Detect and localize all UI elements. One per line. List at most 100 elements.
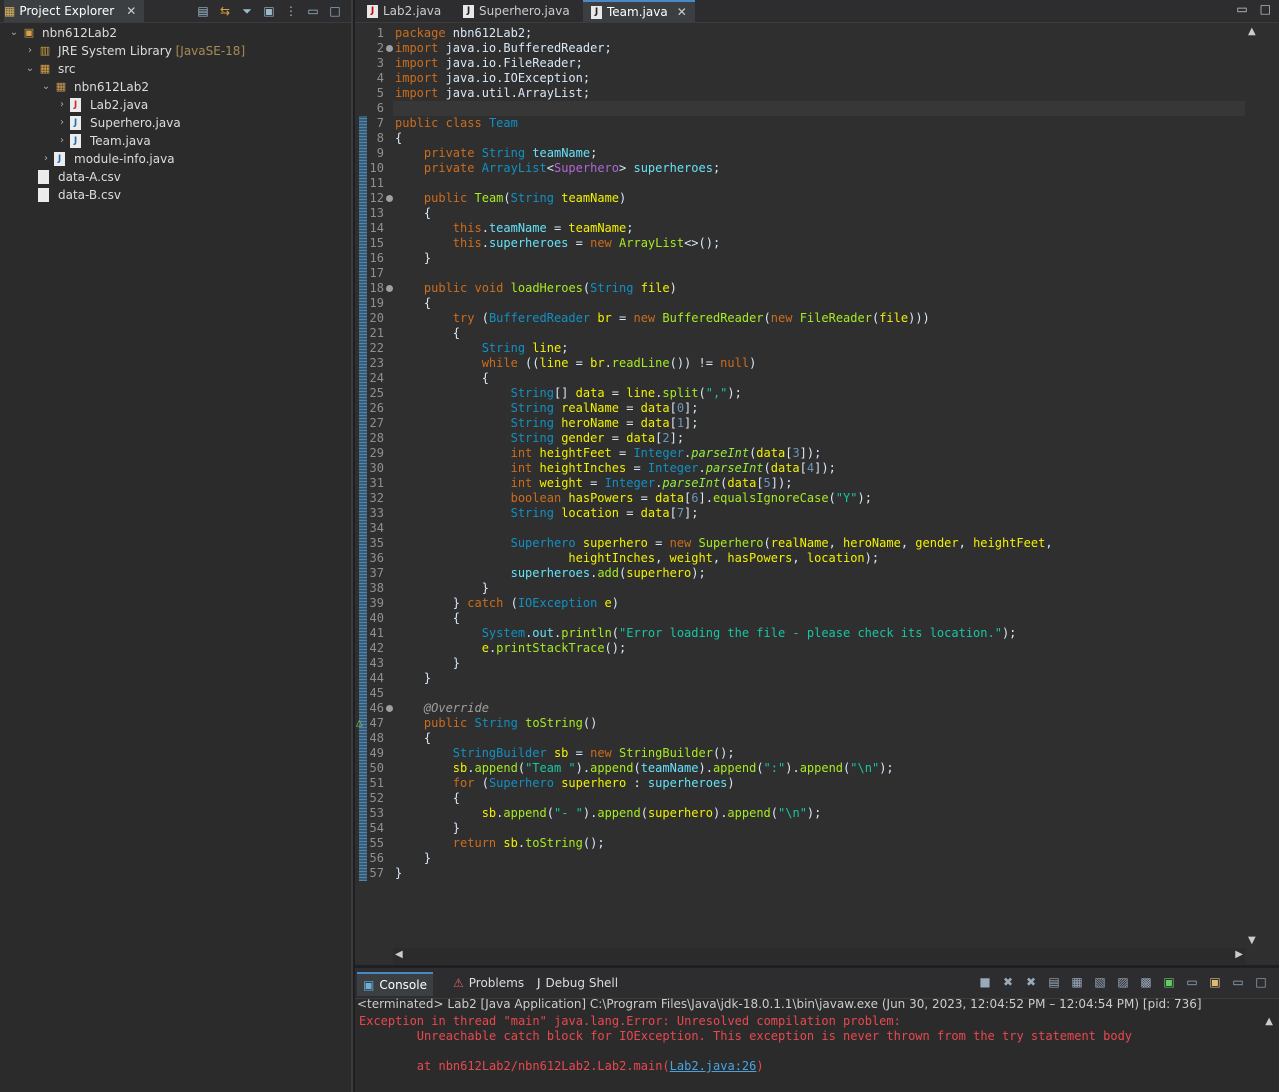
minimize-icon[interactable]: ▭ (305, 4, 321, 18)
line-number: 52 (369, 791, 384, 805)
code-line: import java.io.FileReader; (395, 56, 583, 70)
chevron-right-icon[interactable]: › (24, 42, 36, 60)
fold-toggle-icon[interactable] (386, 705, 393, 712)
project-explorer-tab[interactable]: ▦ Project Explorer ✕ (4, 0, 145, 22)
tree-item[interactable]: › J Superhero.java (0, 114, 349, 132)
chevron-right-icon[interactable]: › (56, 132, 68, 150)
maximize-icon[interactable]: □ (1260, 2, 1271, 16)
fold-toggle-icon[interactable] (386, 285, 393, 292)
clear-console-icon[interactable]: ▤ (1046, 975, 1062, 989)
code-line: import java.io.IOException; (395, 71, 591, 85)
focus-icon[interactable]: ▣ (261, 4, 277, 18)
display-console-icon[interactable]: ▭ (1184, 975, 1200, 989)
tree-item[interactable]: › Jmodule-info.java (0, 150, 349, 168)
line-number: 8 (376, 131, 384, 145)
scroll-right-icon[interactable]: ▶ (1235, 949, 1243, 960)
view-menu-icon[interactable]: ⋮ (283, 4, 299, 18)
close-icon[interactable]: ✕ (126, 0, 136, 22)
library-icon: ▥ (39, 44, 51, 57)
collapse-all-icon[interactable]: ▤ (195, 4, 211, 18)
line-number: 12 (369, 191, 384, 205)
scroll-left-icon[interactable]: ◀ (395, 949, 403, 960)
code-line: } (395, 866, 403, 880)
tree-item[interactable]: › ▥ JRE System Library [JavaSE-18] (0, 42, 349, 60)
chevron-down-icon[interactable]: ⌄ (8, 24, 20, 42)
fold-toggle-icon[interactable] (386, 195, 393, 202)
tree-item[interactable]: ⌄ ▦ nbn612Lab2 (0, 78, 349, 96)
chevron-right-icon[interactable]: › (40, 150, 52, 168)
terminate-icon[interactable]: ■ (977, 975, 993, 989)
line-number: 14 (369, 221, 384, 235)
java-file-icon: J (54, 152, 65, 166)
chevron-down-icon[interactable]: ⌄ (40, 78, 52, 96)
horizontal-scrollbar[interactable]: ◀ ▶ (393, 948, 1245, 964)
filter-icon[interactable]: ⏷ (239, 4, 255, 19)
line-number: 22 (369, 341, 384, 355)
tree-item[interactable]: ⌄ ▣ nbn612Lab2 (0, 24, 349, 42)
tab-console[interactable]: ▣ Console (357, 972, 433, 996)
line-number: 34 (369, 521, 384, 535)
line-number: 40 (369, 611, 384, 625)
minimize-icon[interactable]: ▭ (1236, 2, 1247, 16)
pin-console-icon[interactable]: ▣ (1161, 975, 1177, 989)
maximize-icon[interactable]: □ (327, 4, 343, 18)
word-wrap-icon[interactable]: ▧ (1092, 975, 1108, 989)
line-number: 39 (369, 596, 384, 610)
code-line: private ArrayList<Superhero> superheroes… (423, 161, 721, 175)
remove-all-icon[interactable]: ✖ (1023, 975, 1039, 989)
minimize-icon[interactable]: ▭ (1230, 975, 1246, 989)
code-line: import java.io.BufferedReader; (395, 41, 612, 55)
code-line: sb.append("Team ").append(teamName).appe… (452, 761, 894, 775)
tab-label: Problems (468, 976, 525, 990)
java-file-error-icon: J (367, 4, 378, 18)
line-number: 23 (369, 356, 384, 370)
remove-launch-icon[interactable]: ✖ (1000, 975, 1016, 989)
tab-superhero[interactable]: J Superhero.java (455, 0, 578, 22)
text-file-icon: ▯ (38, 170, 49, 184)
scroll-lock-icon[interactable]: ▦ (1069, 975, 1085, 989)
maximize-icon[interactable]: □ (1253, 975, 1269, 989)
code-editor[interactable]: 1 2 3 4 5 6 7 8 9 10 11 12 13 14 15 16 17 18 19 20 21 22 23 24 2… (355, 24, 1245, 948)
show-on-output-icon[interactable]: ▨ (1115, 975, 1131, 989)
new-console-icon[interactable]: ▣ (1207, 975, 1223, 989)
tree-item[interactable]: › J Lab2.java (0, 96, 349, 114)
console-scroll-up-icon[interactable]: ▲ (1265, 1016, 1273, 1027)
problems-icon: ⚠ (453, 976, 464, 990)
code-line: e.printStackTrace(); (481, 641, 627, 655)
line-number: 28 (369, 431, 384, 445)
vertical-scrollbar[interactable]: ▲ ▼ (1245, 24, 1261, 948)
close-icon[interactable]: ✕ (677, 2, 687, 22)
chevron-right-icon[interactable]: › (56, 114, 68, 132)
project-explorer-panel: ▦ Project Explorer ✕ ▤ ⇆ ⏷ ▣ ⋮ ▭ □ ⌄ ▣ nbn… (0, 0, 353, 1092)
tab-lab2[interactable]: J Lab2.java (359, 0, 449, 22)
tab-problems[interactable]: ⚠ Problems (447, 972, 530, 994)
tree-item[interactable]: ▯ data-A.csv (0, 168, 349, 186)
line-number: 2 (376, 41, 384, 55)
scroll-down-icon[interactable]: ▼ (1248, 935, 1256, 946)
stack-trace-link[interactable]: Lab2.java:26 (670, 1059, 757, 1073)
chevron-right-icon[interactable]: › (56, 96, 68, 114)
code-line: private String teamName; (423, 146, 598, 160)
tree-item[interactable]: ⌄ ▦ src (0, 60, 349, 78)
chevron-down-icon[interactable]: ⌄ (24, 60, 36, 78)
tree-item-label: data-A.csv (58, 170, 121, 184)
line-number: 13 (369, 206, 384, 220)
editor-panel: J Lab2.java J Superhero.java J Team.java… (355, 0, 1279, 965)
line-number: 37 (369, 566, 384, 580)
tab-debug-shell[interactable]: J Debug Shell (531, 972, 624, 994)
tree-item-label: Lab2.java (90, 98, 149, 112)
scroll-up-icon[interactable]: ▲ (1248, 26, 1256, 37)
show-on-error-icon[interactable]: ▩ (1138, 975, 1154, 989)
line-number: 41 (369, 626, 384, 640)
tree-item-label: JRE System Library [JavaSE-18] (58, 44, 246, 58)
tree-item[interactable]: › J Team.java (0, 132, 349, 150)
package-icon: ▦ (55, 80, 67, 93)
link-with-editor-icon[interactable]: ⇆ (217, 4, 233, 18)
console-output[interactable]: Exception in thread "main" java.lang.Err… (359, 1014, 1132, 1074)
code-line: int heightFeet = Integer.parseInt(data[3… (510, 446, 822, 460)
fold-toggle-icon[interactable] (386, 45, 393, 52)
tab-team[interactable]: J Team.java ✕ (583, 0, 695, 22)
tree-item[interactable]: ▯ data-B.csv (0, 186, 349, 204)
code-line: package nbn612Lab2; (395, 26, 533, 40)
override-marker-icon[interactable]: △ (356, 716, 363, 729)
